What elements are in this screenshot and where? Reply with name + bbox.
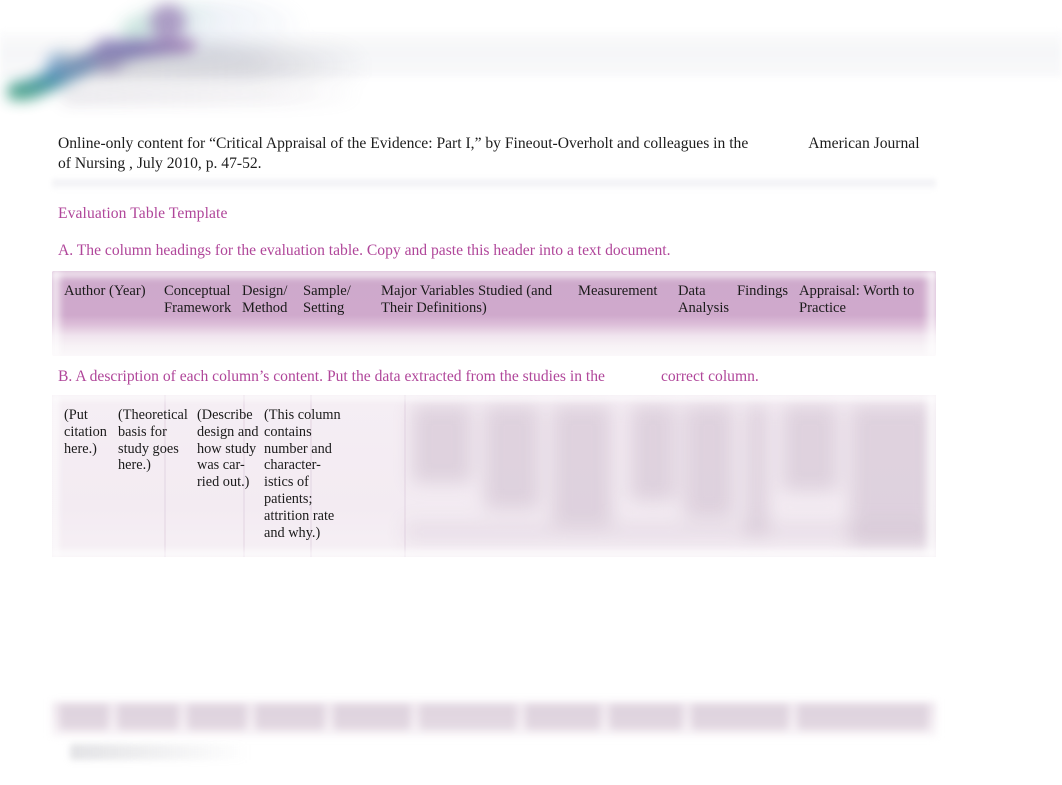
description-cell: (Describe design and how study was car-r… (197, 407, 259, 491)
intro-journal-name: American Journal (808, 135, 920, 152)
column-header-cell: Major Variables Studied (and Their Defini… (381, 283, 571, 317)
column-header-line: Framework (164, 300, 232, 316)
column-header-line: Method (242, 300, 288, 316)
column-header-cell: Data Analysis (678, 283, 732, 317)
evaluation-table-headings: Author (Year) Conceptual Framework Design/M… (52, 271, 936, 356)
intro-paragraph: Online-only content for “Critical Apprai… (58, 134, 936, 174)
column-header-cell: Measurement (578, 283, 666, 300)
section-b-heading-part1: B. A description of each column’s conten… (58, 368, 605, 385)
logo-subtitle-blur (62, 90, 362, 104)
table-a-edge-top (52, 271, 936, 281)
horizontal-rule (52, 177, 936, 190)
column-header-line: Major Variables Studied (and (381, 283, 553, 299)
document-page: Online-only content for “Critical Apprai… (0, 0, 1062, 785)
column-header-line: Data (678, 283, 706, 299)
table-a-edge-right (922, 271, 936, 356)
description-cell: (Put citation here.) (64, 407, 107, 457)
table-b-edge-right (922, 395, 936, 557)
column-header-cell: Sample/Setting (303, 283, 375, 317)
column-header-line: Conceptual (164, 283, 231, 299)
table-b-edge-left (52, 395, 62, 557)
column-header-cell: Author (Year) (64, 283, 156, 300)
logo-wordmark-blur (60, 52, 370, 82)
column-header-line: Sample/ (303, 283, 351, 299)
description-cell: (This column contains number and charact… (264, 407, 341, 541)
table-a-edge-left (52, 271, 64, 356)
column-header-line: Setting (303, 300, 345, 316)
column-header-cell: Conceptual Framework (164, 283, 240, 317)
table-b-edge-bottom (52, 547, 936, 557)
column-header-cell: Appraisal: Worth to Practice (799, 283, 929, 317)
column-header-line: Author (Year) (64, 283, 146, 299)
column-header-line: Appraisal: Worth to (799, 283, 915, 299)
section-b-heading-part2: correct column. (660, 368, 759, 385)
description-cell: (Theoretical basis for study goes here.) (118, 407, 188, 474)
column-header-cell: Design/Method (242, 283, 300, 317)
column-header-line: Findings (737, 283, 789, 299)
column-header-line: Measurement (578, 283, 658, 299)
column-header-line: Their Definitions) (381, 300, 487, 316)
column-header-cell: Findings (737, 283, 793, 300)
column-header-line: Design/ (242, 283, 288, 299)
column-header-line: Practice (799, 300, 846, 316)
journal-logo (0, 0, 380, 118)
logo-dot-icon (150, 4, 186, 40)
page-title: Evaluation Table Template (58, 205, 228, 222)
column-header-line: Analysis (678, 300, 730, 316)
section-a-heading: A. The column headings for the evaluatio… (58, 242, 671, 259)
table-fragment-bottom (52, 702, 936, 736)
evaluation-table-descriptions: (Put citation here.) (Theoretical basis f… (52, 395, 936, 557)
intro-line-2: of Nursing , July 2010, p. 47-52. (58, 155, 262, 172)
intro-line-1: Online-only content for “Critical Apprai… (58, 135, 749, 152)
masthead (0, 0, 1062, 118)
section-b-heading: B. A description of each column’s conten… (58, 368, 938, 386)
table-b-edge-top (52, 395, 936, 403)
footer-note-blur (70, 744, 250, 760)
